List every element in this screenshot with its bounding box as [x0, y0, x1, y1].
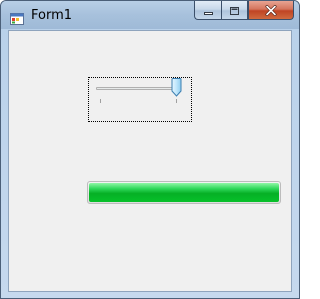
trackbar-thumb[interactable] [171, 78, 182, 97]
trackbar-tick-max [176, 99, 177, 103]
trackbar-tick-min [100, 99, 101, 103]
close-icon [265, 1, 277, 20]
progress-bar [87, 181, 281, 204]
maximize-icon [229, 1, 240, 20]
minimize-icon [203, 1, 214, 20]
progress-bar-fill [89, 183, 279, 202]
form1-window: Form1 [0, 0, 300, 299]
form-app-icon[interactable] [10, 10, 24, 25]
trackbar-slider[interactable] [88, 77, 192, 122]
window-title: Form1 [31, 8, 73, 23]
title-bar[interactable]: Form1 [1, 1, 299, 29]
trackbar-channel [96, 87, 180, 90]
caption-buttons [194, 1, 294, 21]
close-button[interactable] [248, 1, 294, 20]
maximize-button[interactable] [221, 1, 248, 20]
minimize-button[interactable] [194, 1, 221, 20]
form-client-area [8, 30, 292, 292]
